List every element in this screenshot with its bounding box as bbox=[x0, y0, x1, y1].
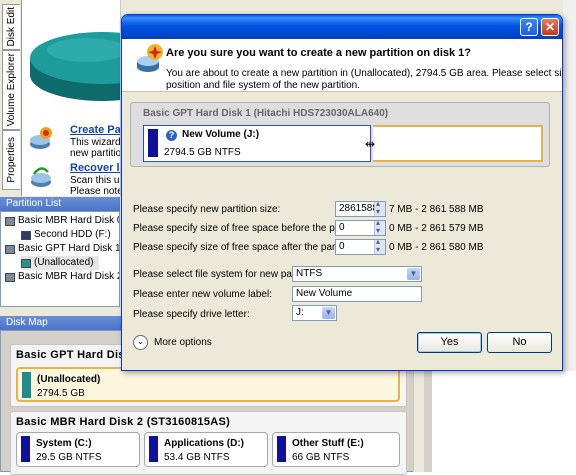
list-item[interactable]: Basic MBR Hard Disk 2 (S bbox=[5, 270, 119, 284]
partition-block-applications[interactable]: Applications (D:) 53.4 GB NTFS bbox=[144, 432, 268, 467]
dialog-question: Are you sure you want to create a new pa… bbox=[166, 47, 472, 59]
close-button[interactable]: ✕ bbox=[541, 18, 559, 36]
spin-arrows-icon[interactable] bbox=[374, 199, 385, 216]
volume-icon bbox=[21, 230, 31, 240]
partition-list: Basic MBR Hard Disk 0 (S Second HDD (F:)… bbox=[0, 211, 120, 307]
spin-arrows-icon[interactable] bbox=[374, 237, 385, 254]
yes-button[interactable]: Yes bbox=[417, 332, 482, 353]
no-button[interactable]: No bbox=[487, 332, 552, 353]
partition-color-bar bbox=[277, 436, 286, 462]
new-partition-block[interactable]: ? New Volume (J:) 2794.5 GB NTFS bbox=[143, 125, 371, 162]
before-stepper[interactable]: 0 bbox=[335, 218, 386, 236]
disk-group-2: Basic MBR Hard Disk 2 (ST3160815AS) Syst… bbox=[10, 411, 407, 475]
new-partition-size: 2794.5 GB NTFS bbox=[164, 147, 241, 158]
disk-layout-view: Basic GPT Hard Disk 1 (Hitachi HDS723030… bbox=[130, 102, 550, 167]
create-partition-icon bbox=[137, 44, 163, 72]
volume-label-label: Please enter new volume label: bbox=[133, 289, 272, 300]
disk-icon bbox=[5, 244, 15, 254]
wizard-panel: Create Part This wizard h new partition,… bbox=[22, 0, 121, 196]
chevron-down-icon[interactable]: ▼ bbox=[322, 307, 335, 319]
size-range: 7 MB - 2 861 588 MB bbox=[389, 204, 484, 215]
dialog-header: Are you sure you want to create a new pa… bbox=[122, 39, 562, 92]
filesystem-select[interactable]: NTFS ▼ bbox=[292, 266, 422, 282]
tab-properties[interactable]: Properties bbox=[2, 130, 20, 190]
list-item[interactable]: Second HDD (F:) bbox=[21, 228, 111, 242]
partition-block-system[interactable]: System (C:) 29.5 GB NTFS bbox=[16, 432, 140, 467]
after-stepper[interactable]: 0 bbox=[335, 237, 386, 255]
main-scrollbar[interactable] bbox=[424, 371, 432, 472]
resize-handle-icon[interactable]: ⇹ bbox=[363, 138, 377, 150]
dialog-description: position and file system of the new part… bbox=[166, 80, 360, 91]
more-options-toggle[interactable]: ⌄ More options bbox=[133, 335, 212, 350]
drive-letter-label: Please specify drive letter: bbox=[133, 309, 250, 320]
partition-color-bar bbox=[21, 436, 30, 462]
partition-color-bar bbox=[149, 436, 158, 462]
size-stepper[interactable]: 2861588 bbox=[335, 199, 386, 217]
free-space-block[interactable] bbox=[373, 125, 543, 162]
after-range: 0 MB - 2 861 580 MB bbox=[389, 242, 484, 253]
tab-disk-edit[interactable]: Disk Edit bbox=[2, 4, 20, 50]
list-item[interactable]: Basic MBR Hard Disk 0 (S bbox=[5, 214, 119, 228]
disk-icon bbox=[5, 272, 15, 282]
drive-letter-select[interactable]: J: ▼ bbox=[292, 305, 337, 321]
volume-label-field[interactable]: New Volume bbox=[292, 286, 422, 302]
dialog-titlebar[interactable]: ? ✕ bbox=[122, 15, 562, 39]
size-label: Please specify new partition size: bbox=[133, 204, 281, 215]
partition-block-other-stuff[interactable]: Other Stuff (E:) 66 GB NTFS bbox=[272, 432, 400, 467]
partition-color-bar bbox=[22, 372, 31, 398]
new-partition-name: New Volume (J:) bbox=[182, 129, 260, 140]
unallocated-icon bbox=[21, 258, 31, 268]
help-button[interactable]: ? bbox=[520, 18, 538, 36]
create-partition-icon bbox=[30, 127, 52, 149]
partition-color-bar bbox=[148, 129, 158, 157]
list-item[interactable]: (Unallocated) bbox=[21, 256, 100, 270]
partition-block-unallocated[interactable]: (Unallocated) 2794.5 GB bbox=[16, 367, 400, 402]
expand-down-icon: ⌄ bbox=[133, 335, 148, 350]
tab-volume-explorer[interactable]: Volume Explorer bbox=[2, 50, 20, 130]
question-icon: ? bbox=[166, 130, 177, 141]
before-range: 0 MB - 2 861 579 MB bbox=[389, 223, 484, 234]
chevron-down-icon[interactable]: ▼ bbox=[407, 268, 420, 280]
before-label: Please specify size of free space before… bbox=[133, 223, 368, 234]
partition-list-header: Partition List bbox=[0, 197, 120, 211]
desktop-area bbox=[424, 371, 576, 472]
recover-icon bbox=[31, 167, 51, 187]
spin-arrows-icon[interactable] bbox=[374, 218, 385, 235]
create-partition-dialog: ? ✕ Are you sure you want to create a ne… bbox=[121, 14, 563, 371]
disk-icon bbox=[5, 216, 15, 226]
disk-title: Basic GPT Hard Disk 1 (Hitachi HDS723030… bbox=[143, 108, 389, 119]
side-tabs: Disk Edit Volume Explorer Properties bbox=[0, 0, 22, 196]
after-label: Please specify size of free space after … bbox=[133, 242, 360, 253]
disk-graphic bbox=[30, 32, 120, 101]
dialog-description: You are about to create a new partition … bbox=[166, 68, 563, 79]
list-item[interactable]: Basic GPT Hard Disk 1 (H bbox=[5, 242, 119, 256]
